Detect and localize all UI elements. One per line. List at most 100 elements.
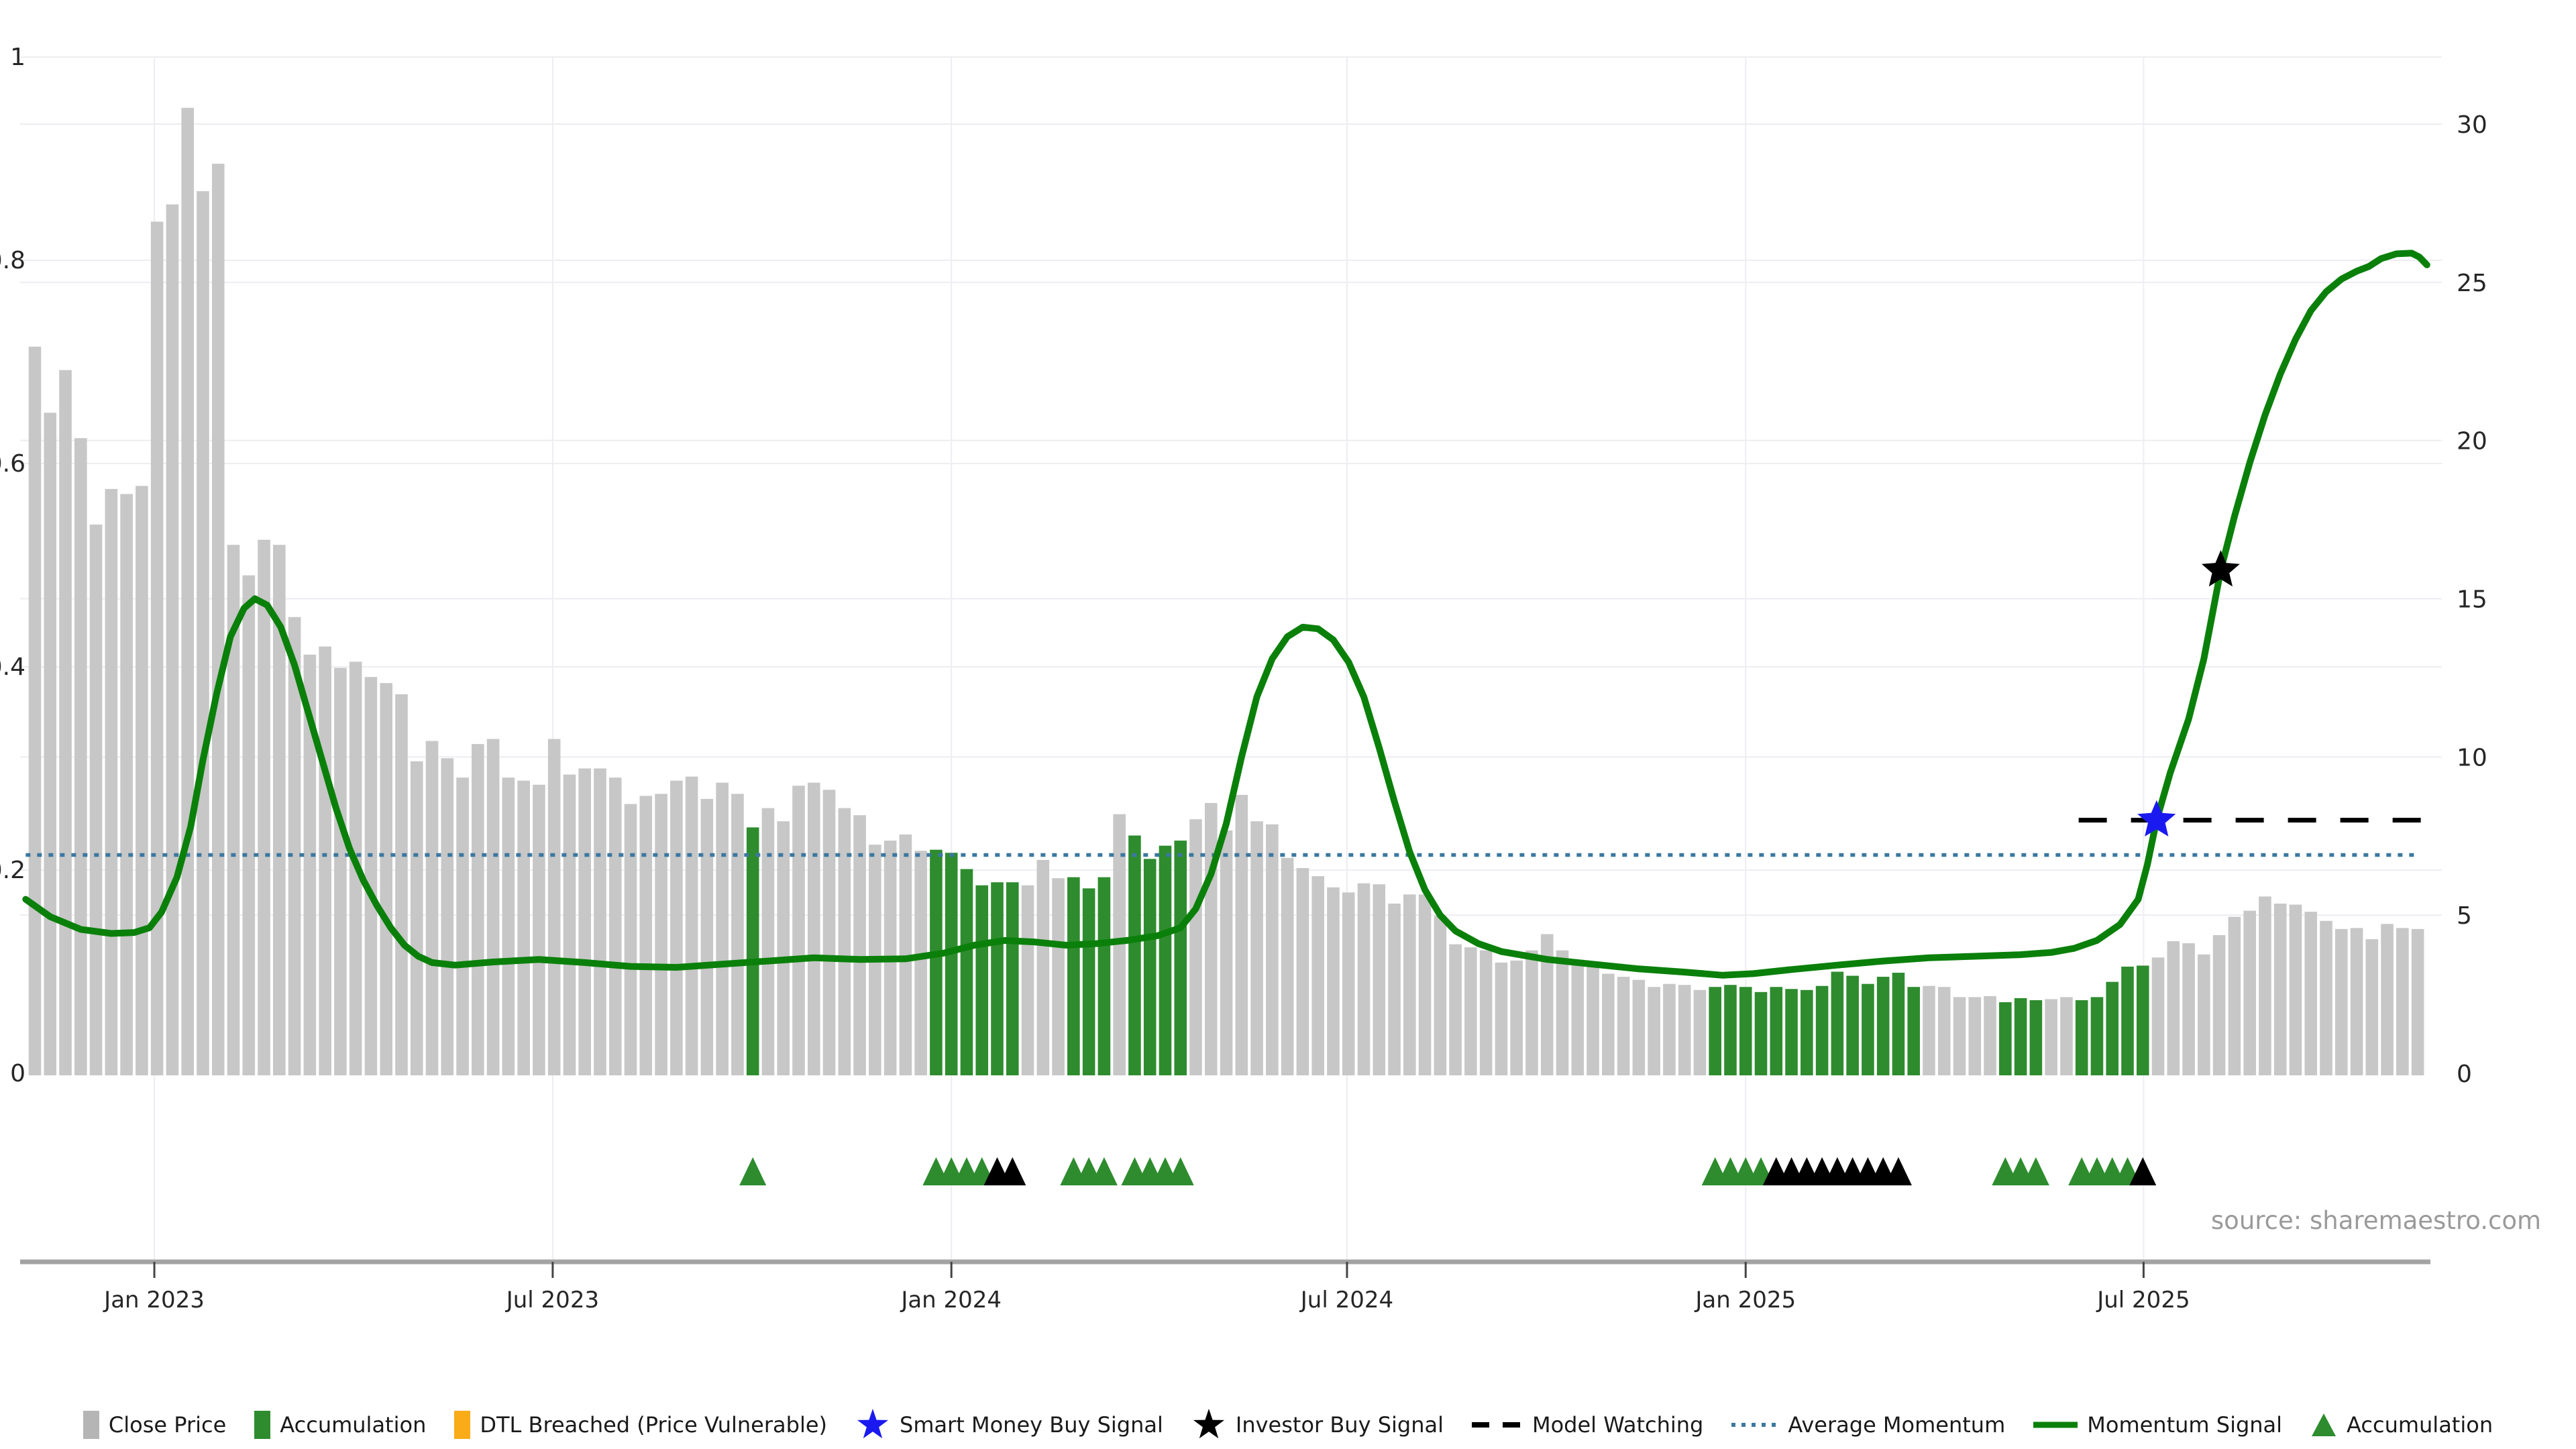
price-bar	[2259, 896, 2271, 1075]
price-bar	[74, 438, 87, 1075]
price-bar	[1587, 967, 1599, 1075]
price-bar	[701, 799, 714, 1075]
price-bar	[533, 785, 545, 1075]
price-bar	[792, 786, 805, 1075]
price-bar	[1022, 885, 1034, 1075]
accumulation-bar	[1739, 987, 1752, 1075]
dtl-breached-swatch-icon	[454, 1411, 470, 1439]
accumulation-bar	[2076, 1000, 2088, 1075]
accumulation-swatch-icon	[254, 1411, 270, 1439]
price-bar	[1311, 876, 1324, 1075]
left-axis-tick-label: 0.4	[0, 653, 25, 681]
accumulation-bar	[991, 882, 1004, 1075]
accumulation-bar	[1724, 985, 1737, 1075]
legend-item-close-price: Close Price	[83, 1411, 226, 1439]
accumulation-bar	[1128, 835, 1141, 1075]
accumulation-bar	[1892, 973, 1905, 1075]
x-tick-label: Jul 2024	[1299, 1287, 1393, 1313]
price-bar	[1449, 945, 1462, 1075]
price-bar	[242, 576, 255, 1075]
price-bar	[1403, 894, 1416, 1075]
legend-item-dtl-breached: DTL Breached (Price Vulnerable)	[454, 1411, 827, 1439]
price-bar	[578, 769, 591, 1076]
accumulation-bar	[1709, 987, 1721, 1075]
price-bar	[548, 739, 561, 1075]
price-bar	[2351, 928, 2363, 1075]
legend-item-average-momentum: Average Momentum	[1731, 1412, 2005, 1438]
legend-item-smart-money: Smart Money Buy Signal	[855, 1407, 1163, 1442]
price-bar	[136, 486, 148, 1075]
price-bar	[2198, 955, 2210, 1075]
legend-item-investor-buy: Investor Buy Signal	[1191, 1407, 1444, 1442]
price-bar	[1571, 961, 1584, 1075]
legend-item-momentum-signal: Momentum Signal	[2033, 1412, 2282, 1438]
price-bar	[2167, 941, 2180, 1075]
accumulation-bar	[1846, 976, 1859, 1075]
price-bar	[380, 683, 392, 1075]
legend-label: Average Momentum	[1788, 1412, 2005, 1438]
price-bar	[105, 489, 118, 1075]
accumulation-bar	[961, 869, 973, 1075]
accumulation-bar	[1098, 877, 1111, 1075]
price-bar	[120, 494, 133, 1075]
price-bar	[762, 808, 775, 1075]
price-bar	[1327, 888, 1340, 1075]
price-bar	[1694, 990, 1707, 1075]
price-bar	[319, 647, 331, 1075]
accumulation-bar	[1083, 888, 1095, 1075]
price-bar	[1617, 977, 1630, 1075]
price-bar	[1678, 985, 1691, 1075]
price-bar	[1984, 996, 1996, 1075]
legend-label: Accumulation	[2347, 1412, 2493, 1438]
price-bar	[502, 777, 515, 1075]
price-bar	[1342, 892, 1355, 1075]
price-bar	[1648, 987, 1660, 1075]
accumulation-bar	[1785, 989, 1798, 1075]
price-bar	[44, 413, 56, 1075]
x-tick-label: Jul 2025	[2096, 1287, 2190, 1313]
x-tick-label: Jan 2024	[900, 1287, 1002, 1313]
x-axis: Jan 2023Jul 2023Jan 2024Jul 2024Jan 2025…	[20, 1262, 2430, 1313]
price-bar	[365, 677, 378, 1075]
right-axis-tick-label: 30	[2457, 111, 2487, 139]
buy-signals	[2137, 550, 2240, 837]
price-bar	[2229, 917, 2241, 1075]
right-axis-tick-label: 15	[2457, 586, 2487, 613]
legend-item-model-watching: Model Watching	[1472, 1412, 1703, 1438]
legend-label: Momentum Signal	[2087, 1412, 2282, 1438]
price-bar	[839, 808, 851, 1075]
price-bar	[1388, 904, 1401, 1075]
price-bar	[2152, 957, 2165, 1075]
price-bar	[59, 370, 72, 1075]
green-triangle-icon	[2310, 1412, 2337, 1438]
price-bar	[716, 783, 729, 1075]
left-axis-tick-label: 0.8	[0, 247, 25, 274]
accumulation-bar	[945, 853, 958, 1075]
gridlines	[20, 57, 2442, 1259]
price-bar	[640, 796, 653, 1075]
x-tick-label: Jan 2023	[103, 1287, 205, 1313]
accumulation-triangle	[739, 1157, 766, 1185]
legend-item-accumulation-bar: Accumulation	[254, 1411, 426, 1439]
price-bar	[1297, 868, 1309, 1075]
price-bar	[2274, 904, 2287, 1075]
price-bar	[166, 205, 179, 1075]
price-bar	[29, 347, 42, 1075]
left-axis-labels: 00.20.40.60.81	[0, 44, 25, 1087]
price-bar	[334, 668, 347, 1075]
accumulation-bar	[1067, 877, 1080, 1075]
x-tick-label: Jul 2023	[505, 1287, 599, 1313]
source-note: source: sharemaestro.com	[2211, 1206, 2541, 1235]
price-bar	[2396, 928, 2409, 1075]
price-bar	[411, 761, 423, 1075]
legend-label: Investor Buy Signal	[1236, 1412, 1444, 1438]
legend-label: Accumulation	[280, 1412, 426, 1438]
price-bar	[2366, 939, 2379, 1075]
price-bar	[456, 777, 469, 1075]
accumulation-bar	[1144, 859, 1157, 1075]
right-axis-tick-label: 20	[2457, 428, 2487, 455]
accumulation-bar	[1816, 986, 1829, 1075]
price-bar	[655, 794, 667, 1075]
price-bar	[1480, 951, 1493, 1075]
dashed-line-icon	[1472, 1421, 1523, 1428]
